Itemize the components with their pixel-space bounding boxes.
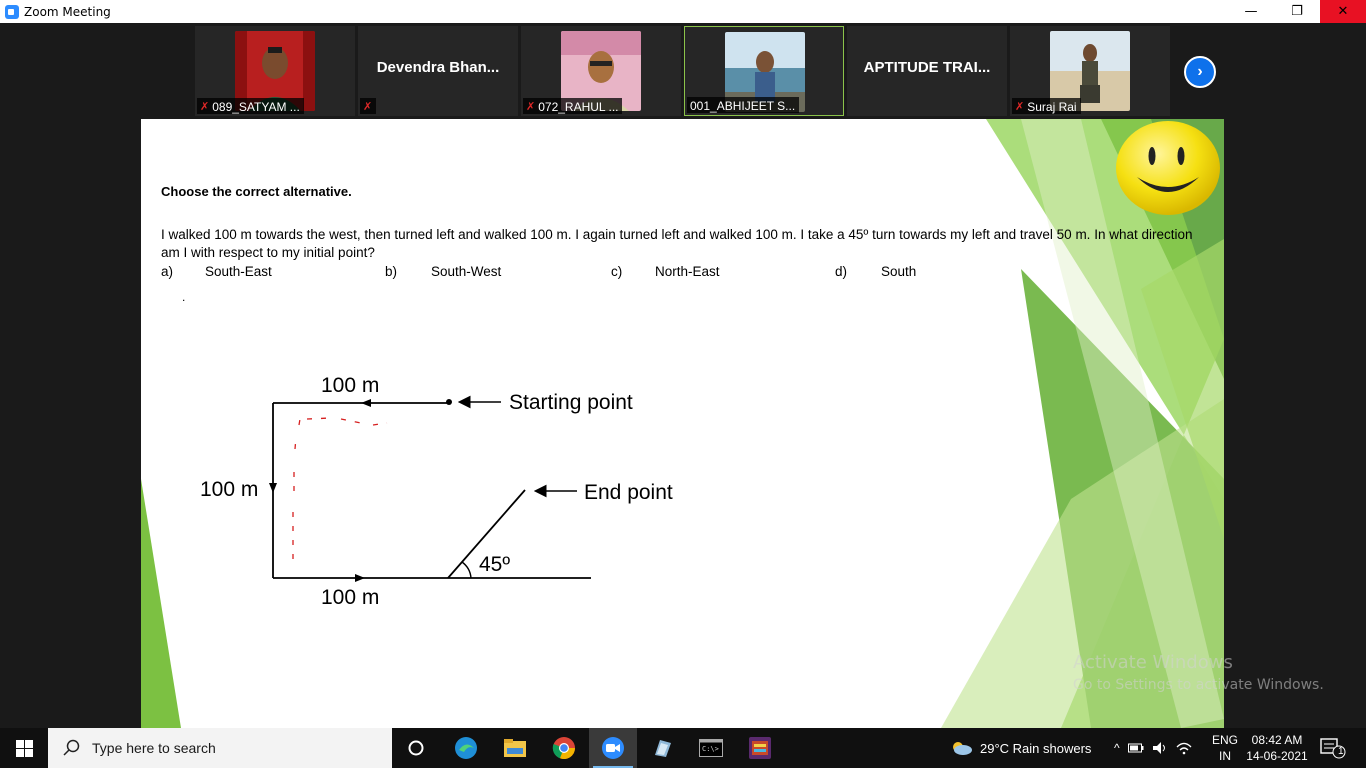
question-text: I walked 100 m towards the west, then tu…: [161, 227, 1193, 260]
language-indicator[interactable]: ENG IN: [1208, 732, 1242, 764]
notification-center-button[interactable]: 1: [1318, 736, 1348, 760]
chrome-icon: [552, 737, 576, 760]
clock-date: 14-06-2021: [1246, 749, 1308, 763]
question-heading: Choose the correct alternative.: [161, 184, 352, 199]
direction-diagram: 100 m 100 m 100 m Starting point End poi…: [200, 374, 673, 609]
participant-label: ✗ Suraj Rai: [1012, 98, 1081, 114]
search-icon: [63, 739, 80, 756]
clock-time: 08:42 AM: [1251, 733, 1303, 747]
top-distance-label: 100 m: [321, 374, 379, 397]
starting-point-dot: [446, 399, 452, 405]
taskbar-search-box[interactable]: Type here to search: [48, 728, 392, 768]
participant-label: 001_ABHIJEET S...: [687, 97, 800, 113]
top-direction-arrow: [361, 399, 371, 407]
file-explorer-button[interactable]: [491, 728, 539, 768]
windows-logo-icon: [15, 739, 33, 757]
option-a-text: South-East: [205, 264, 272, 279]
activate-windows-watermark: Activate Windows: [1073, 652, 1233, 673]
game-icon: [749, 737, 771, 759]
participant-label: ✗ 072_RAHUL ...: [523, 98, 623, 114]
taskbar-clock[interactable]: 08:42 AM 14-06-2021: [1244, 732, 1310, 764]
bottom-distance-label: 100 m: [321, 586, 379, 609]
zoom-app-icon: [5, 4, 19, 19]
terminal-button[interactable]: C:\>: [687, 728, 735, 768]
activate-windows-subtext: Go to Settings to activate Windows.: [1073, 677, 1324, 693]
task-view-icon: [408, 740, 424, 756]
file-explorer-icon: [504, 739, 526, 757]
mic-muted-icon: ✗: [200, 101, 210, 113]
left-distance-label: 100 m: [200, 478, 258, 501]
option-d-key: d): [835, 264, 848, 279]
battery-icon[interactable]: [1127, 742, 1144, 754]
region-code: IN: [1219, 749, 1231, 763]
mic-muted-icon: ✗: [1015, 101, 1025, 113]
option-a-key: a): [161, 264, 174, 279]
task-view-button[interactable]: [392, 728, 440, 768]
maximize-button[interactable]: ❐: [1274, 0, 1320, 23]
option-d-text: South: [881, 264, 917, 279]
edge-button[interactable]: [442, 728, 490, 768]
terminal-icon: C:\>: [699, 739, 723, 757]
edge-icon: [455, 737, 477, 759]
zoom-icon: [602, 737, 624, 759]
chevron-right-icon: ›: [1197, 63, 1203, 80]
participant-label: ✗: [360, 98, 377, 114]
option-c-key: c): [611, 264, 623, 279]
mic-muted-icon: ✗: [363, 101, 373, 113]
search-placeholder: Type here to search: [92, 740, 216, 756]
angle-arc: [461, 561, 472, 579]
participant-name: Devendra Bhan...: [376, 59, 500, 76]
red-pen-annotation: [292, 417, 388, 559]
close-button[interactable]: ✕: [1320, 0, 1366, 23]
option-b-key: b): [385, 264, 398, 279]
participant-tile[interactable]: ✗ Suraj Rai: [1010, 26, 1170, 116]
zoom-taskbar-button[interactable]: [589, 728, 637, 768]
participant-tile[interactable]: ✗ 072_RAHUL ...: [521, 26, 681, 116]
wifi-icon[interactable]: [1176, 741, 1192, 755]
system-tray: ^: [1114, 728, 1192, 768]
notes-icon: [655, 740, 671, 757]
end-point-label: End point: [584, 481, 673, 504]
svg-text:C:\>: C:\>: [702, 745, 719, 753]
option-c-text: North-East: [655, 264, 720, 279]
notes-button[interactable]: [638, 728, 686, 768]
game-app-button[interactable]: [736, 728, 784, 768]
left-direction-arrow: [269, 483, 277, 493]
participant-strip: ✗ 089_SATYAM ... Devendra Bhan... ✗ ✗ 072_…: [0, 23, 1366, 119]
minimize-button[interactable]: —: [1228, 0, 1274, 23]
participant-tile[interactable]: ✗ 089_SATYAM ...: [195, 26, 355, 116]
window-title: Zoom Meeting: [24, 4, 111, 19]
language-code: ENG: [1211, 733, 1238, 747]
rain-cloud-icon: [953, 742, 972, 755]
stray-dot: .: [182, 290, 186, 304]
weather-text: 29°C Rain showers: [980, 740, 1092, 756]
smiley-face-icon: [1116, 121, 1220, 215]
window-titlebar: Zoom Meeting — ❐ ✕: [0, 0, 1366, 23]
participant-label: ✗ 089_SATYAM ...: [197, 98, 304, 114]
mic-muted-icon: ✗: [526, 101, 536, 113]
bottom-direction-arrow: [355, 574, 365, 582]
angle-label: 45º: [479, 553, 510, 576]
option-b-text: South-West: [431, 264, 502, 279]
chevron-up-icon[interactable]: ^: [1114, 741, 1120, 755]
participant-tile-active-speaker[interactable]: 001_ABHIJEET S...: [684, 26, 844, 116]
participant-name: APTITUDE TRAI...: [863, 59, 991, 76]
next-page-button[interactable]: ›: [1184, 56, 1216, 88]
start-button[interactable]: [0, 728, 48, 768]
notification-count: 1: [1338, 746, 1344, 757]
chrome-button[interactable]: [540, 728, 588, 768]
participant-tile[interactable]: Devendra Bhan... ✗: [358, 26, 518, 116]
weather-widget[interactable]: 29°C Rain showers: [950, 728, 1091, 768]
volume-icon[interactable]: [1152, 741, 1168, 755]
windows-taskbar: Type here to search C:\> 29°C Rain showe…: [0, 728, 1366, 768]
participant-tile[interactable]: APTITUDE TRAI...: [847, 26, 1007, 116]
shared-slide: Choose the correct alternative. I walked…: [141, 119, 1224, 728]
starting-point-label: Starting point: [509, 391, 633, 414]
